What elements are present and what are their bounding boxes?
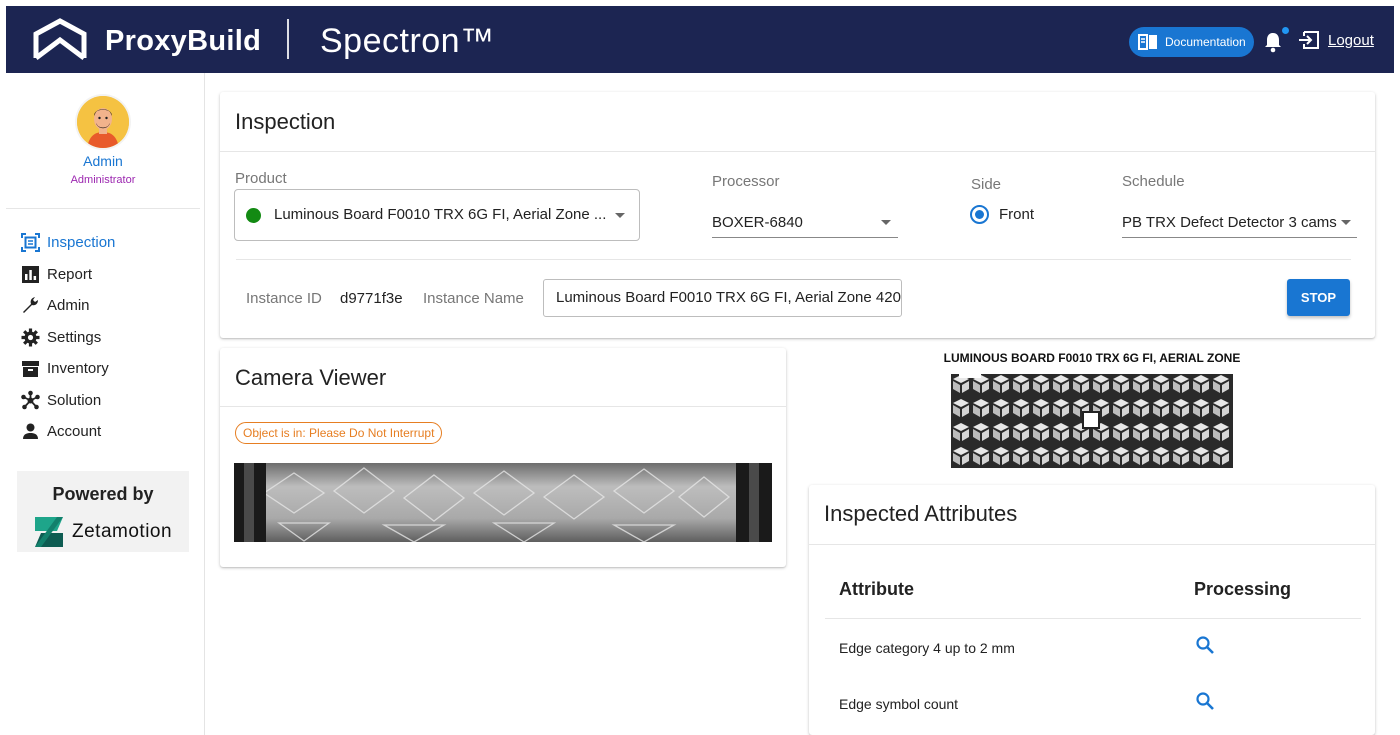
inventory-box-icon xyxy=(22,361,39,378)
camera-feed-image xyxy=(234,463,772,542)
wrench-icon xyxy=(23,297,38,314)
schedule-underline xyxy=(1122,237,1357,238)
sidebar-item-solution[interactable]: Solution xyxy=(20,385,115,417)
inspected-attributes-card: Inspected Attributes Attribute Processin… xyxy=(809,485,1375,735)
processor-select[interactable]: BOXER-6840 xyxy=(712,204,898,238)
documentation-button[interactable]: Documentation xyxy=(1129,27,1254,57)
stop-button[interactable]: STOP xyxy=(1287,279,1350,316)
inspection-card: Inspection Product Luminous Board F0010 … xyxy=(220,92,1375,338)
user-role: Administrator xyxy=(70,174,136,186)
sidebar-nav: Inspection Report Admin Settings Invento… xyxy=(20,227,115,448)
instance-name-input[interactable]: Luminous Board F0010 TRX 6G FI, Aerial Z… xyxy=(543,279,902,317)
logout-link[interactable]: Logout xyxy=(1298,31,1374,49)
processor-underline xyxy=(712,237,898,238)
search-icon[interactable] xyxy=(1195,635,1215,655)
proxybuild-logo-icon xyxy=(33,18,87,60)
camera-feed-graphic xyxy=(234,463,772,542)
inspection-divider xyxy=(220,151,1375,152)
processor-label: Processor xyxy=(712,173,780,190)
logout-icon xyxy=(1299,31,1319,49)
camera-divider xyxy=(220,406,786,407)
person-icon xyxy=(23,423,38,440)
side-label: Side xyxy=(971,176,1002,193)
sidebar-item-label: Report xyxy=(47,265,93,283)
documentation-label: Documentation xyxy=(1165,35,1246,49)
attributes-divider xyxy=(809,544,1375,545)
sidebar-item-label: Settings xyxy=(47,328,102,346)
board-pattern-graphic xyxy=(951,374,1233,468)
attribute-cell: Edge category 4 up to 2 mm xyxy=(839,640,1015,656)
logout-label: Logout xyxy=(1328,31,1374,49)
powered-by-label: Powered by xyxy=(52,484,154,504)
sidebar-item-settings[interactable]: Settings xyxy=(20,322,115,354)
sidebar: Admin Administrator Inspection Report Ad… xyxy=(6,73,205,735)
notification-dot xyxy=(1282,27,1289,34)
side-value: Front xyxy=(999,206,1035,223)
sidebar-item-inventory[interactable]: Inventory xyxy=(20,353,115,385)
chevron-down-icon xyxy=(1341,220,1351,225)
brand-name: ProxyBuild xyxy=(105,25,262,57)
attribute-cell: Edge symbol count xyxy=(839,696,959,712)
chevron-down-icon xyxy=(881,220,891,225)
sidebar-divider xyxy=(6,208,200,209)
schedule-label: Schedule xyxy=(1122,173,1185,190)
book-icon xyxy=(1138,34,1157,50)
product-name: Spectron™ xyxy=(320,22,495,60)
camera-viewer-card: Camera Viewer Object is in: Please Do No… xyxy=(220,348,786,567)
table-header-divider xyxy=(825,618,1361,619)
board-title: LUMINOUS BOARD F0010 TRX 6G FI, AERIAL Z… xyxy=(943,351,1241,365)
sidebar-item-label: Inventory xyxy=(47,360,109,378)
notification-bell-icon[interactable] xyxy=(1263,31,1283,53)
inspected-attributes-title: Inspected Attributes xyxy=(824,501,1018,526)
hub-icon xyxy=(21,390,40,410)
sidebar-item-inspection[interactable]: Inspection xyxy=(20,227,115,259)
zetamotion-logo-icon xyxy=(35,517,63,547)
instance-id-label: Instance ID xyxy=(246,290,322,307)
gear-icon xyxy=(21,328,40,347)
chevron-down-icon xyxy=(615,213,625,218)
avatar[interactable] xyxy=(77,96,129,148)
powered-by-panel: Powered by Zetamotion xyxy=(17,471,189,552)
product-label: Product xyxy=(235,170,287,187)
inspection-row-divider xyxy=(236,259,1351,260)
sidebar-item-admin[interactable]: Admin xyxy=(20,290,115,322)
side-front-radio[interactable] xyxy=(970,205,989,224)
bar-chart-icon xyxy=(22,265,39,283)
sidebar-item-label: Admin xyxy=(47,297,90,315)
processor-value: BOXER-6840 xyxy=(712,214,803,231)
instance-id-value: d9771f3e xyxy=(340,290,403,307)
sidebar-item-label: Inspection xyxy=(47,234,116,252)
instance-name-label: Instance Name xyxy=(423,290,524,307)
sidebar-item-label: Solution xyxy=(47,391,102,409)
product-select[interactable]: Luminous Board F0010 TRX 6G FI, Aerial Z… xyxy=(234,189,640,241)
sidebar-item-account[interactable]: Account xyxy=(20,416,115,448)
camera-viewer-title: Camera Viewer xyxy=(235,365,387,390)
status-badge: Object is in: Please Do Not Interrupt xyxy=(235,422,443,444)
board-preview-image xyxy=(951,374,1233,468)
inspection-title: Inspection xyxy=(235,109,336,134)
partner-name: Zetamotion xyxy=(72,521,173,542)
inspection-icon xyxy=(21,233,40,253)
product-status-dot xyxy=(246,208,261,223)
search-icon[interactable] xyxy=(1195,691,1215,711)
schedule-value: PB TRX Defect Detector 3 cams xyxy=(1122,214,1337,231)
user-avatar-icon xyxy=(77,96,129,148)
header-divider xyxy=(287,19,289,59)
user-name: Admin xyxy=(83,153,123,169)
sidebar-item-report[interactable]: Report xyxy=(20,259,115,291)
sidebar-item-label: Account xyxy=(47,423,102,441)
column-header-attribute: Attribute xyxy=(839,579,914,599)
top-bar: ProxyBuild Spectron™ Documentation Logou… xyxy=(6,6,1394,73)
schedule-select[interactable]: PB TRX Defect Detector 3 cams xyxy=(1122,204,1357,238)
column-header-processing: Processing xyxy=(1194,579,1292,599)
product-value: Luminous Board F0010 TRX 6G FI, Aerial Z… xyxy=(274,206,607,223)
